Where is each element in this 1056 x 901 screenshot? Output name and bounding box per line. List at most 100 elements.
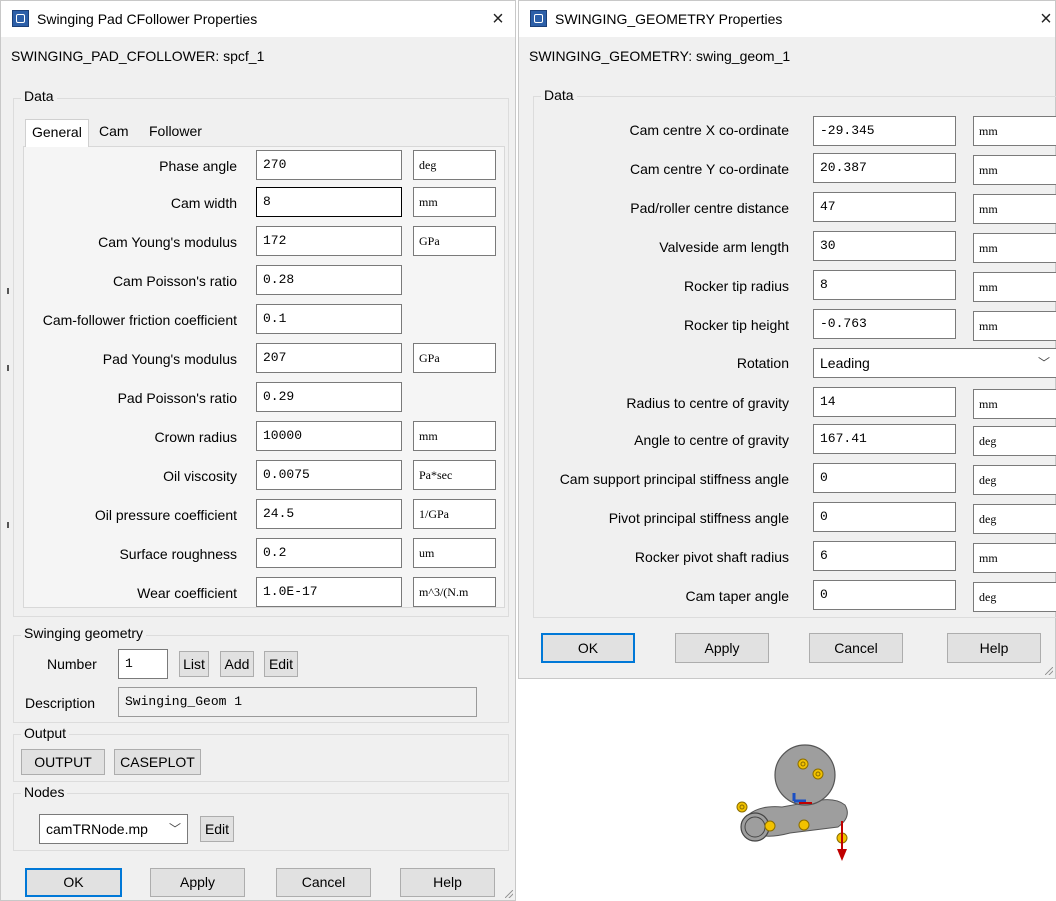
swinging-pad-cfollower-dialog: Swinging Pad CFollower Properties × SWIN…	[0, 0, 516, 901]
edge-mark	[7, 522, 9, 528]
pad-roller-distance-unit[interactable]: mm	[973, 194, 1056, 224]
ok-button[interactable]: OK	[541, 633, 635, 663]
oil-pressure-coefficient-unit[interactable]: 1/GPa	[413, 499, 496, 529]
edit-geometry-button[interactable]: Edit	[264, 651, 298, 677]
app-icon	[530, 10, 547, 27]
rocker-pivot-shaft-radius-unit[interactable]: mm	[973, 543, 1056, 573]
close-icon[interactable]: ×	[1033, 6, 1056, 32]
cam-taper-angle-label: Cam taper angle	[685, 588, 789, 604]
cancel-button[interactable]: Cancel	[276, 868, 371, 897]
cam-youngs-modulus-input[interactable]: 172	[256, 226, 402, 256]
geometry-number-input[interactable]: 1	[118, 649, 168, 679]
friction-coefficient-label: Cam-follower friction coefficient	[42, 312, 237, 328]
radius-to-cog-input[interactable]: 14	[813, 387, 956, 417]
cam-width-input[interactable]: 8	[256, 187, 402, 217]
cam-centre-y-input[interactable]: 20.387	[813, 153, 956, 183]
edge-mark	[7, 288, 9, 294]
phase-angle-unit[interactable]: deg	[413, 150, 496, 180]
output-legend: Output	[21, 725, 70, 741]
rocker-tip-height-input[interactable]: -0.763	[813, 309, 956, 339]
valveside-arm-length-unit[interactable]: mm	[973, 233, 1056, 263]
swinging-geometry-legend: Swinging geometry	[21, 625, 147, 641]
wear-coefficient-unit[interactable]: m^3/(N.m	[413, 577, 496, 607]
crown-radius-unit[interactable]: mm	[413, 421, 496, 451]
pivot-stiffness-angle-unit[interactable]: deg	[973, 504, 1056, 534]
edit-nodes-button[interactable]: Edit	[200, 816, 234, 842]
marker-point	[798, 819, 810, 831]
oil-viscosity-unit[interactable]: Pa*sec	[413, 460, 496, 490]
pad-poissons-ratio-input[interactable]: 0.29	[256, 382, 402, 412]
oil-viscosity-input[interactable]: 0.0075	[256, 460, 402, 490]
cam-centre-x-unit[interactable]: mm	[973, 116, 1056, 146]
tab-follower[interactable]: Follower	[143, 119, 208, 145]
phase-angle-label: Phase angle	[159, 158, 237, 174]
crown-radius-input[interactable]: 10000	[256, 421, 402, 451]
rocker-tip-radius-label: Rocker tip radius	[683, 278, 789, 294]
help-button[interactable]: Help	[400, 868, 495, 897]
rocker-tip-radius-unit[interactable]: mm	[973, 272, 1056, 302]
title-bar[interactable]: SWINGING_GEOMETRY Properties ×	[519, 1, 1055, 37]
caseplot-button[interactable]: CASEPLOT	[114, 749, 201, 775]
pivot-stiffness-angle-input[interactable]: 0	[813, 502, 956, 532]
wear-coefficient-input[interactable]: 1.0E-17	[256, 577, 402, 607]
cam-youngs-modulus-unit[interactable]: GPa	[413, 226, 496, 256]
rocker-pivot-shaft-radius-label: Rocker pivot shaft radius	[634, 549, 789, 565]
cam-youngs-modulus-label: Cam Young's modulus	[98, 234, 237, 250]
pad-poissons-ratio-label: Pad Poisson's ratio	[117, 390, 237, 406]
pad-youngs-modulus-input[interactable]: 207	[256, 343, 402, 373]
rocker-tip-radius-input[interactable]: 8	[813, 270, 956, 300]
phase-angle-input[interactable]: 270	[256, 150, 402, 180]
window-title: Swinging Pad CFollower Properties	[37, 11, 258, 27]
radius-to-cog-unit[interactable]: mm	[973, 389, 1056, 419]
cam-width-label: Cam width	[170, 195, 237, 211]
cam-taper-angle-input[interactable]: 0	[813, 580, 956, 610]
cam-poissons-ratio-input[interactable]: 0.28	[256, 265, 402, 295]
oil-viscosity-label: Oil viscosity	[163, 468, 237, 484]
chevron-down-icon: ﹀	[1037, 356, 1050, 370]
marker-point	[812, 768, 824, 780]
data-group-legend: Data	[541, 87, 577, 103]
rocker-pivot-shaft-radius-input[interactable]: 6	[813, 541, 956, 571]
apply-button[interactable]: Apply	[675, 633, 769, 663]
pad-roller-distance-input[interactable]: 47	[813, 192, 956, 222]
cam-centre-x-input[interactable]: -29.345	[813, 116, 956, 146]
surface-roughness-input[interactable]: 0.2	[256, 538, 402, 568]
cam-support-stiffness-angle-unit[interactable]: deg	[973, 465, 1056, 495]
data-group-legend: Data	[21, 88, 57, 104]
title-bar[interactable]: Swinging Pad CFollower Properties ×	[1, 1, 515, 37]
tab-general[interactable]: General	[25, 119, 89, 147]
apply-button[interactable]: Apply	[150, 868, 245, 897]
valveside-arm-length-input[interactable]: 30	[813, 231, 956, 261]
nodes-select[interactable]: camTRNode.mp ﹀	[39, 814, 188, 844]
close-icon[interactable]: ×	[485, 6, 511, 32]
list-button[interactable]: List	[179, 651, 209, 677]
object-name: SWINGING_GEOMETRY: swing_geom_1	[529, 48, 791, 64]
cam-support-stiffness-angle-input[interactable]: 0	[813, 463, 956, 493]
friction-coefficient-input[interactable]: 0.1	[256, 304, 402, 334]
cam-circle	[774, 744, 836, 806]
angle-to-cog-unit[interactable]: deg	[973, 426, 1056, 456]
crown-radius-label: Crown radius	[154, 429, 237, 445]
cam-centre-y-unit[interactable]: mm	[973, 155, 1056, 185]
tab-cam[interactable]: Cam	[93, 119, 135, 145]
resize-grip[interactable]	[503, 888, 515, 900]
ok-button[interactable]: OK	[25, 868, 122, 897]
rotation-select[interactable]: Leading ﹀	[813, 348, 1056, 378]
rocker-tip-height-unit[interactable]: mm	[973, 311, 1056, 341]
pad-roller-distance-label: Pad/roller centre distance	[630, 200, 789, 216]
cancel-button[interactable]: Cancel	[809, 633, 903, 663]
cam-taper-angle-unit[interactable]: deg	[973, 582, 1056, 612]
cam-width-unit[interactable]: mm	[413, 187, 496, 217]
swinging-geometry-dialog: SWINGING_GEOMETRY Properties × SWINGING_…	[518, 0, 1056, 679]
help-button[interactable]: Help	[947, 633, 1041, 663]
angle-to-cog-input[interactable]: 167.41	[813, 424, 956, 454]
add-button[interactable]: Add	[220, 651, 254, 677]
output-button[interactable]: OUTPUT	[21, 749, 105, 775]
pad-youngs-modulus-label: Pad Young's modulus	[102, 351, 237, 367]
resize-grip[interactable]	[1043, 665, 1055, 677]
oil-pressure-coefficient-input[interactable]: 24.5	[256, 499, 402, 529]
description-field: Swinging_Geom 1	[118, 687, 477, 717]
pad-youngs-modulus-unit[interactable]: GPa	[413, 343, 496, 373]
surface-roughness-unit[interactable]: um	[413, 538, 496, 568]
oil-pressure-coefficient-label: Oil pressure coefficient	[94, 507, 237, 523]
